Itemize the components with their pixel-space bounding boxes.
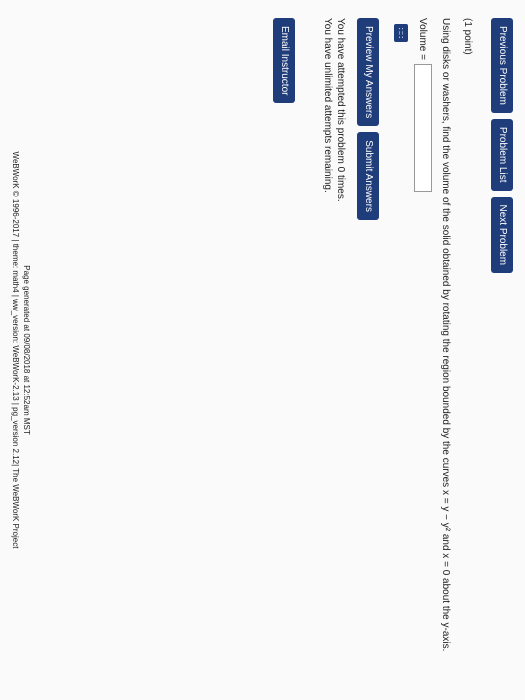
problem-navigation: Previous Problem Problem List Next Probl…	[491, 18, 513, 682]
attempts-remaining-text: You have unlimited attempts remaining.	[322, 18, 334, 193]
volume-answer-input[interactable]	[414, 63, 432, 192]
attempts-count-text: You have attempted this problem 0 times.	[335, 18, 347, 202]
problem-list-button[interactable]: Problem List	[491, 118, 513, 191]
email-section: Email Instructor	[273, 18, 296, 682]
page-generated-text: Page generated at 09/08/2018 at 12:52am …	[22, 265, 31, 435]
submit-answers-button[interactable]: Submit Answers	[357, 132, 380, 220]
problem-content: Previous Problem Problem List Next Probl…	[10, 18, 515, 682]
page-footer: Page generated at 09/08/2018 at 12:52am …	[10, 18, 32, 682]
preview-answers-button[interactable]: Preview My Answers	[357, 18, 380, 127]
copyright-text: WeBWorK © 1996-2017 | theme: math4 | ww_…	[11, 151, 20, 549]
volume-label: Volume =	[417, 18, 429, 60]
previous-problem-button[interactable]: Previous Problem	[491, 18, 513, 113]
problem-statement: Using disks or washers, find the volume …	[440, 18, 451, 652]
next-problem-button[interactable]: Next Problem	[491, 196, 513, 274]
equation-editor-icon[interactable]: ∷∷	[394, 24, 408, 42]
email-instructor-button[interactable]: Email Instructor	[273, 18, 296, 104]
webwork-page: Previous Problem Problem List Next Probl…	[0, 0, 525, 700]
answer-actions: Preview My Answers Submit Answers	[357, 18, 380, 682]
volume-answer-row: Volume =	[414, 18, 432, 682]
attempts-info: You have attempted this problem 0 times.…	[322, 18, 348, 682]
problem-points: (1 point)	[462, 18, 473, 55]
